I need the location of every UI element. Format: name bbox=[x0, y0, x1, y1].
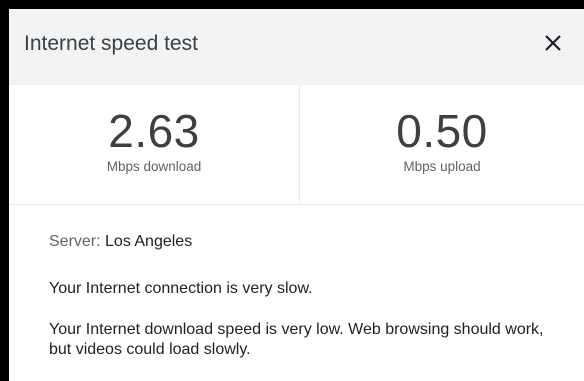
upload-speed-label: Mbps upload bbox=[403, 159, 481, 174]
upload-speed-value: 0.50 bbox=[396, 105, 488, 157]
close-button[interactable] bbox=[535, 25, 571, 61]
download-speed-label: Mbps download bbox=[106, 159, 202, 174]
connection-status: Your Internet connection is very slow. bbox=[49, 280, 313, 297]
connection-description: Your Internet download speed is very low… bbox=[49, 321, 544, 358]
card-title: Internet speed test bbox=[24, 32, 198, 55]
speed-results: 2.63 Mbps download 0.50 Mbps upload bbox=[9, 85, 584, 205]
card-header: Internet speed test bbox=[9, 9, 584, 85]
speed-test-card: Internet speed test 2.63 Mbps download 0… bbox=[9, 9, 584, 381]
close-icon bbox=[545, 35, 561, 51]
download-speed-value: 2.63 bbox=[108, 105, 200, 157]
server-prefix: Server: bbox=[49, 233, 106, 250]
download-result: 2.63 Mbps download bbox=[9, 85, 300, 204]
server-line: Server: Los Angeles bbox=[49, 232, 192, 252]
server-name: Los Angeles bbox=[105, 233, 193, 250]
upload-result: 0.50 Mbps upload bbox=[300, 85, 584, 204]
